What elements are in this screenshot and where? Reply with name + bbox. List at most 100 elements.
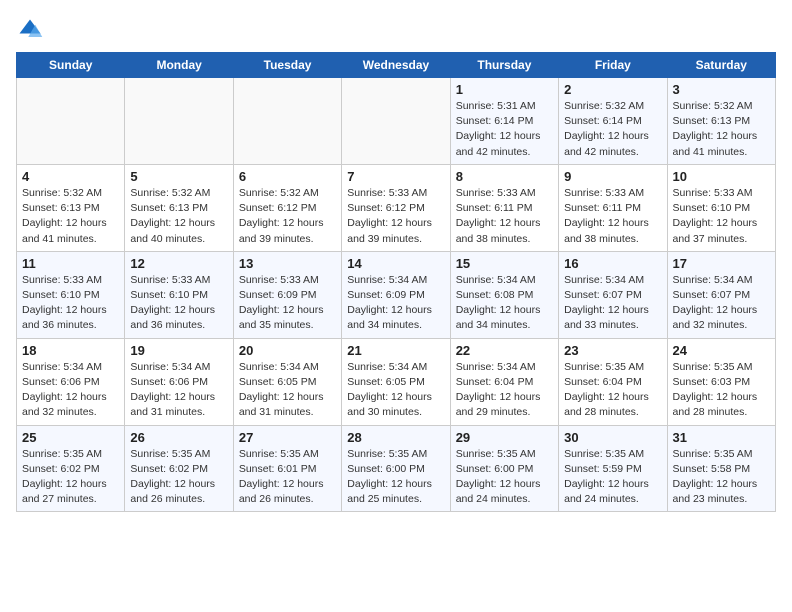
day-info: Sunrise: 5:34 AM Sunset: 6:08 PM Dayligh…	[456, 273, 553, 334]
day-number: 20	[239, 343, 336, 358]
calendar-cell: 12 Sunrise: 5:33 AM Sunset: 6:10 PM Dayli…	[125, 251, 233, 338]
calendar-week-row: 18 Sunrise: 5:34 AM Sunset: 6:06 PM Dayli…	[17, 338, 776, 425]
calendar-cell: 27 Sunrise: 5:35 AM Sunset: 6:01 PM Dayli…	[233, 425, 341, 512]
calendar-cell	[233, 78, 341, 165]
calendar-cell: 19 Sunrise: 5:34 AM Sunset: 6:06 PM Dayli…	[125, 338, 233, 425]
calendar-cell: 30 Sunrise: 5:35 AM Sunset: 5:59 PM Dayli…	[559, 425, 667, 512]
day-info: Sunrise: 5:34 AM Sunset: 6:06 PM Dayligh…	[22, 360, 119, 421]
day-number: 13	[239, 256, 336, 271]
day-info: Sunrise: 5:33 AM Sunset: 6:09 PM Dayligh…	[239, 273, 336, 334]
calendar-week-row: 4 Sunrise: 5:32 AM Sunset: 6:13 PM Daylig…	[17, 164, 776, 251]
day-number: 21	[347, 343, 444, 358]
day-info: Sunrise: 5:34 AM Sunset: 6:05 PM Dayligh…	[239, 360, 336, 421]
calendar-week-row: 1Sunrise: 5:31 AM Sunset: 6:14 PM Daylig…	[17, 78, 776, 165]
calendar-cell	[125, 78, 233, 165]
day-number: 31	[673, 430, 770, 445]
day-info: Sunrise: 5:35 AM Sunset: 6:02 PM Dayligh…	[130, 447, 227, 508]
day-number: 25	[22, 430, 119, 445]
calendar-table: SundayMondayTuesdayWednesdayThursdayFrid…	[16, 52, 776, 512]
day-info: Sunrise: 5:34 AM Sunset: 6:05 PM Dayligh…	[347, 360, 444, 421]
day-number: 6	[239, 169, 336, 184]
day-info: Sunrise: 5:33 AM Sunset: 6:11 PM Dayligh…	[456, 186, 553, 247]
day-info: Sunrise: 5:35 AM Sunset: 6:00 PM Dayligh…	[347, 447, 444, 508]
calendar-header: SundayMondayTuesdayWednesdayThursdayFrid…	[17, 53, 776, 78]
day-number: 16	[564, 256, 661, 271]
day-info: Sunrise: 5:35 AM Sunset: 5:58 PM Dayligh…	[673, 447, 770, 508]
day-info: Sunrise: 5:34 AM Sunset: 6:07 PM Dayligh…	[673, 273, 770, 334]
day-info: Sunrise: 5:34 AM Sunset: 6:04 PM Dayligh…	[456, 360, 553, 421]
calendar-cell: 2 Sunrise: 5:32 AM Sunset: 6:14 PM Daylig…	[559, 78, 667, 165]
calendar-cell: 29Sunrise: 5:35 AM Sunset: 6:00 PM Dayli…	[450, 425, 558, 512]
calendar-cell: 10 Sunrise: 5:33 AM Sunset: 6:10 PM Dayli…	[667, 164, 775, 251]
calendar-cell: 3Sunrise: 5:32 AM Sunset: 6:13 PM Daylig…	[667, 78, 775, 165]
calendar-cell: 6 Sunrise: 5:32 AM Sunset: 6:12 PM Daylig…	[233, 164, 341, 251]
day-info: Sunrise: 5:35 AM Sunset: 5:59 PM Dayligh…	[564, 447, 661, 508]
day-number: 7	[347, 169, 444, 184]
calendar-cell: 26 Sunrise: 5:35 AM Sunset: 6:02 PM Dayli…	[125, 425, 233, 512]
day-info: Sunrise: 5:35 AM Sunset: 6:01 PM Dayligh…	[239, 447, 336, 508]
weekday-header: Monday	[125, 53, 233, 78]
weekday-header: Friday	[559, 53, 667, 78]
calendar-week-row: 11Sunrise: 5:33 AM Sunset: 6:10 PM Dayli…	[17, 251, 776, 338]
day-info: Sunrise: 5:33 AM Sunset: 6:11 PM Dayligh…	[564, 186, 661, 247]
day-number: 24	[673, 343, 770, 358]
calendar-cell: 28Sunrise: 5:35 AM Sunset: 6:00 PM Dayli…	[342, 425, 450, 512]
calendar-cell: 24 Sunrise: 5:35 AM Sunset: 6:03 PM Dayli…	[667, 338, 775, 425]
day-number: 18	[22, 343, 119, 358]
day-info: Sunrise: 5:33 AM Sunset: 6:10 PM Dayligh…	[673, 186, 770, 247]
calendar-cell: 31 Sunrise: 5:35 AM Sunset: 5:58 PM Dayli…	[667, 425, 775, 512]
day-number: 10	[673, 169, 770, 184]
day-info: Sunrise: 5:32 AM Sunset: 6:13 PM Dayligh…	[673, 99, 770, 160]
calendar-cell: 11Sunrise: 5:33 AM Sunset: 6:10 PM Dayli…	[17, 251, 125, 338]
day-info: Sunrise: 5:34 AM Sunset: 6:07 PM Dayligh…	[564, 273, 661, 334]
calendar-cell: 9Sunrise: 5:33 AM Sunset: 6:11 PM Daylig…	[559, 164, 667, 251]
calendar-cell: 16 Sunrise: 5:34 AM Sunset: 6:07 PM Dayli…	[559, 251, 667, 338]
calendar-cell: 14 Sunrise: 5:34 AM Sunset: 6:09 PM Dayli…	[342, 251, 450, 338]
day-info: Sunrise: 5:34 AM Sunset: 6:06 PM Dayligh…	[130, 360, 227, 421]
calendar-cell: 17 Sunrise: 5:34 AM Sunset: 6:07 PM Dayli…	[667, 251, 775, 338]
day-info: Sunrise: 5:33 AM Sunset: 6:10 PM Dayligh…	[22, 273, 119, 334]
calendar-cell: 23Sunrise: 5:35 AM Sunset: 6:04 PM Dayli…	[559, 338, 667, 425]
day-info: Sunrise: 5:35 AM Sunset: 6:03 PM Dayligh…	[673, 360, 770, 421]
day-info: Sunrise: 5:32 AM Sunset: 6:12 PM Dayligh…	[239, 186, 336, 247]
calendar-cell: 13 Sunrise: 5:33 AM Sunset: 6:09 PM Dayli…	[233, 251, 341, 338]
calendar-week-row: 25 Sunrise: 5:35 AM Sunset: 6:02 PM Dayli…	[17, 425, 776, 512]
calendar-cell: 21 Sunrise: 5:34 AM Sunset: 6:05 PM Dayli…	[342, 338, 450, 425]
day-number: 30	[564, 430, 661, 445]
logo-icon	[16, 16, 44, 44]
day-number: 17	[673, 256, 770, 271]
day-number: 2	[564, 82, 661, 97]
calendar-cell	[342, 78, 450, 165]
calendar-body: 1Sunrise: 5:31 AM Sunset: 6:14 PM Daylig…	[17, 78, 776, 512]
weekday-header: Thursday	[450, 53, 558, 78]
day-info: Sunrise: 5:35 AM Sunset: 6:00 PM Dayligh…	[456, 447, 553, 508]
calendar-cell: 22 Sunrise: 5:34 AM Sunset: 6:04 PM Dayli…	[450, 338, 558, 425]
day-number: 27	[239, 430, 336, 445]
calendar-cell: 20 Sunrise: 5:34 AM Sunset: 6:05 PM Dayli…	[233, 338, 341, 425]
calendar-cell: 18 Sunrise: 5:34 AM Sunset: 6:06 PM Dayli…	[17, 338, 125, 425]
day-number: 14	[347, 256, 444, 271]
day-number: 19	[130, 343, 227, 358]
page-header	[16, 16, 776, 44]
day-info: Sunrise: 5:33 AM Sunset: 6:10 PM Dayligh…	[130, 273, 227, 334]
day-number: 15	[456, 256, 553, 271]
day-info: Sunrise: 5:34 AM Sunset: 6:09 PM Dayligh…	[347, 273, 444, 334]
weekday-header: Wednesday	[342, 53, 450, 78]
day-number: 22	[456, 343, 553, 358]
day-info: Sunrise: 5:35 AM Sunset: 6:04 PM Dayligh…	[564, 360, 661, 421]
calendar-cell: 8 Sunrise: 5:33 AM Sunset: 6:11 PM Daylig…	[450, 164, 558, 251]
calendar-cell: 15 Sunrise: 5:34 AM Sunset: 6:08 PM Dayli…	[450, 251, 558, 338]
day-info: Sunrise: 5:32 AM Sunset: 6:13 PM Dayligh…	[22, 186, 119, 247]
day-number: 12	[130, 256, 227, 271]
day-number: 8	[456, 169, 553, 184]
calendar-cell: 25Sunrise: 5:35 AM Sunset: 6:02 PM Dayli…	[17, 425, 125, 512]
weekday-header: Tuesday	[233, 53, 341, 78]
logo	[16, 16, 48, 44]
day-info: Sunrise: 5:32 AM Sunset: 6:14 PM Dayligh…	[564, 99, 661, 160]
weekday-row: SundayMondayTuesdayWednesdayThursdayFrid…	[17, 53, 776, 78]
day-info: Sunrise: 5:31 AM Sunset: 6:14 PM Dayligh…	[456, 99, 553, 160]
day-number: 5	[130, 169, 227, 184]
day-info: Sunrise: 5:32 AM Sunset: 6:13 PM Dayligh…	[130, 186, 227, 247]
day-number: 26	[130, 430, 227, 445]
day-number: 4	[22, 169, 119, 184]
